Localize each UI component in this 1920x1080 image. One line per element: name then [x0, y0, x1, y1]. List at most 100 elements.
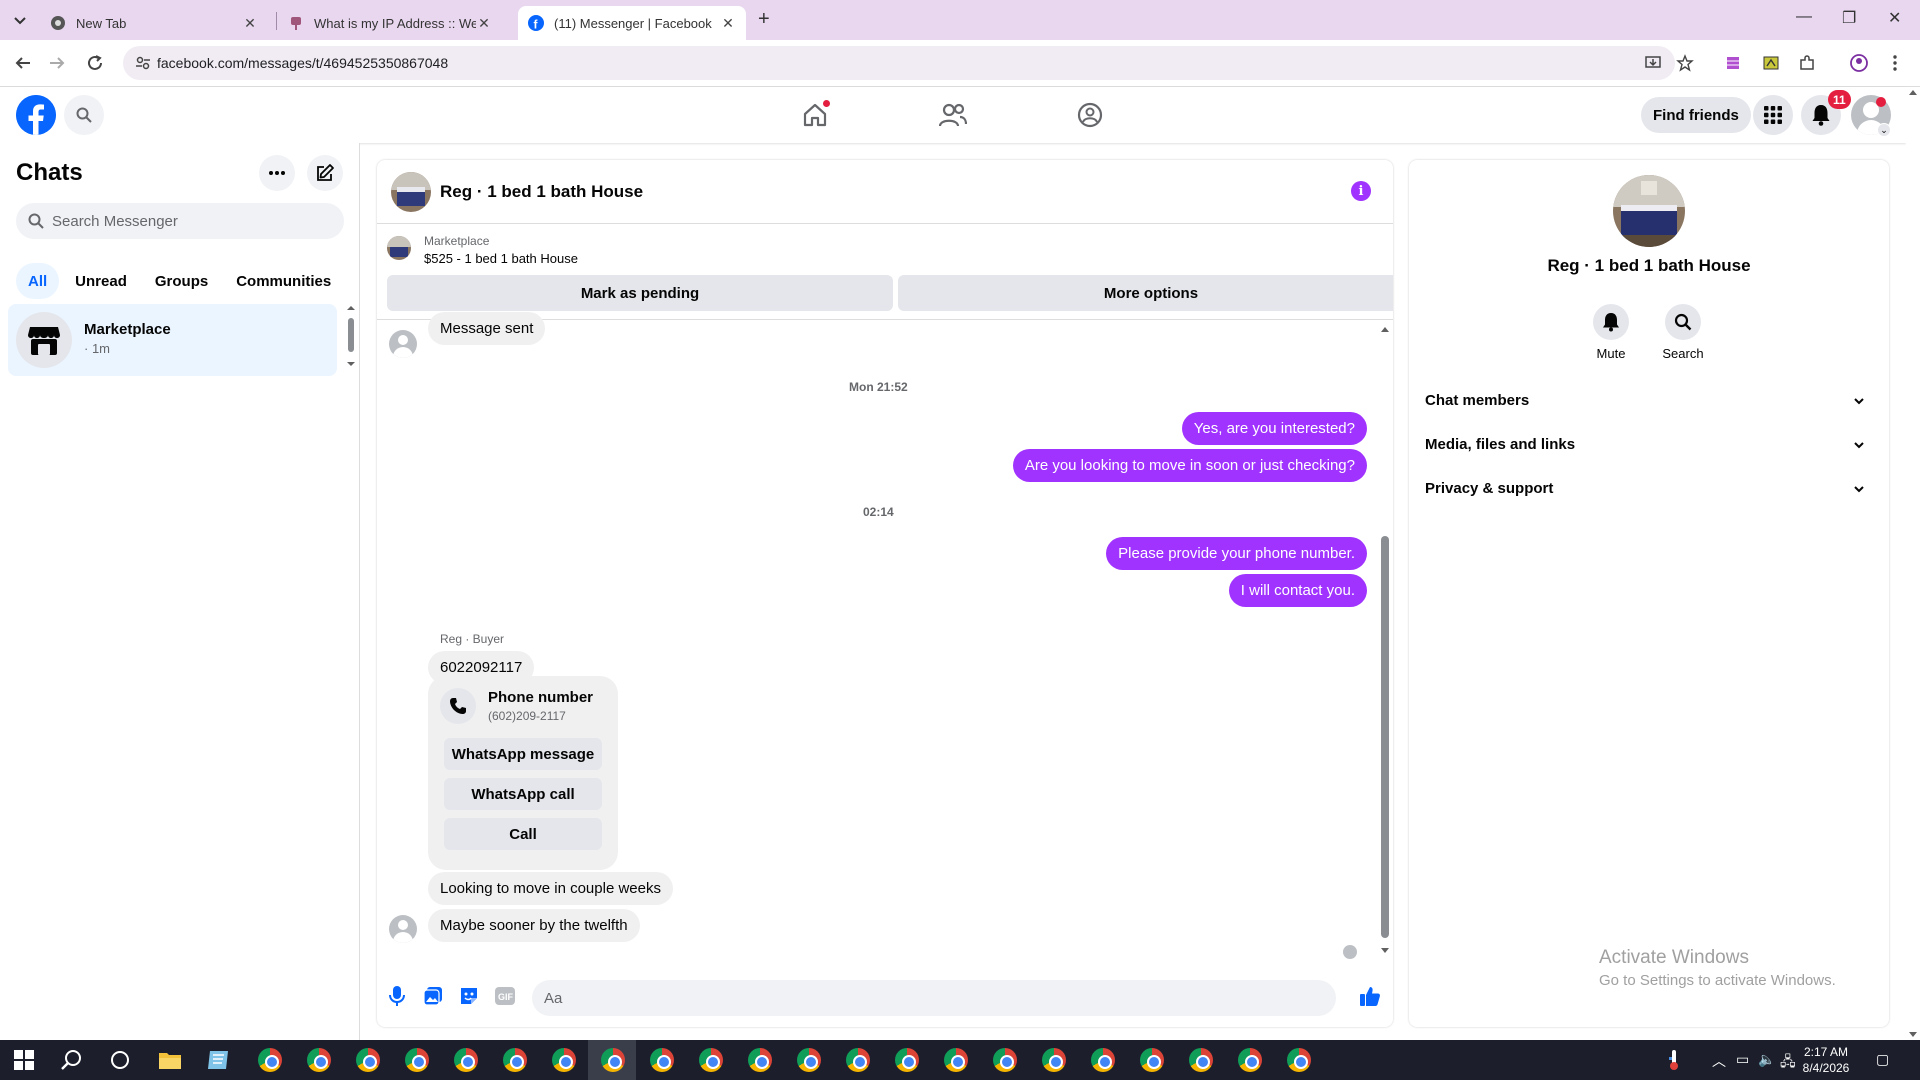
- tab-search-chevron-icon[interactable]: [10, 10, 30, 30]
- gif-icon[interactable]: GIF: [493, 984, 517, 1008]
- chrome-window-taskbar-icon[interactable]: [1040, 1046, 1068, 1074]
- message-input[interactable]: [544, 989, 1284, 1007]
- search-action[interactable]: Search: [1653, 304, 1713, 361]
- media-files-links-section[interactable]: Media, files and links: [1425, 426, 1873, 462]
- browser-tab-new-tab[interactable]: New Tab ✕: [40, 6, 268, 40]
- chrome-window-taskbar-icon[interactable]: [501, 1046, 529, 1074]
- filter-unread[interactable]: Unread: [63, 263, 139, 299]
- chrome-window-taskbar-icon[interactable]: [305, 1046, 333, 1074]
- conversation-scrollbar[interactable]: [1379, 324, 1391, 956]
- page-scrollbar[interactable]: [1906, 87, 1920, 1040]
- chrome-window-taskbar-icon[interactable]: [1187, 1046, 1215, 1074]
- chrome-window-taskbar-icon[interactable]: [1236, 1046, 1264, 1074]
- chrome-window-taskbar-icon[interactable]: [1089, 1046, 1117, 1074]
- window-close-icon[interactable]: ✕: [1888, 8, 1901, 28]
- chrome-window-taskbar-icon[interactable]: [991, 1046, 1019, 1074]
- groups-nav-button[interactable]: [1035, 87, 1145, 143]
- chat-members-section[interactable]: Chat members: [1425, 382, 1873, 418]
- volume-icon[interactable]: 🔈: [1758, 1051, 1775, 1068]
- filter-groups[interactable]: Groups: [143, 263, 220, 299]
- microphone-icon[interactable]: [385, 984, 409, 1008]
- chat-options-button[interactable]: [259, 155, 295, 191]
- chrome-window-taskbar-icon[interactable]: [844, 1046, 872, 1074]
- new-tab-plus-icon[interactable]: +: [758, 8, 770, 31]
- listing-title[interactable]: $525 - 1 bed 1 bath House: [424, 251, 578, 266]
- system-clock[interactable]: 2:17 AM 8/4/2026: [1794, 1044, 1858, 1076]
- chevron-down-icon[interactable]: ⌄: [1877, 123, 1891, 137]
- messenger-search-field[interactable]: [16, 203, 344, 239]
- menu-grid-button[interactable]: [1753, 95, 1793, 135]
- search-icon[interactable]: [1665, 304, 1701, 340]
- scrollbar-thumb[interactable]: [1381, 536, 1389, 938]
- chrome-window-taskbar-icon[interactable]: [697, 1046, 725, 1074]
- chrome-window-taskbar-icon[interactable]: [403, 1046, 431, 1074]
- minimize-icon[interactable]: —: [1796, 8, 1812, 26]
- task-view-icon[interactable]: [106, 1046, 134, 1074]
- conversation-info-icon[interactable]: i: [1351, 181, 1371, 201]
- chat-list-item-marketplace[interactable]: Marketplace · 1m: [8, 304, 337, 376]
- facebook-search-button[interactable]: [64, 95, 104, 135]
- extension-icon[interactable]: [1760, 52, 1782, 74]
- site-settings-icon[interactable]: [135, 55, 151, 71]
- notepad-app-icon[interactable]: [204, 1046, 232, 1074]
- close-tab-icon[interactable]: ✕: [720, 15, 736, 32]
- thumbs-up-icon[interactable]: [1358, 984, 1382, 1008]
- chrome-window-taskbar-icon[interactable]: [893, 1046, 921, 1074]
- listing-thumbnail[interactable]: [387, 236, 411, 260]
- chrome-window-taskbar-icon[interactable]: [599, 1046, 627, 1074]
- puzzle-extensions-icon[interactable]: [1796, 52, 1818, 74]
- forward-arrow-icon[interactable]: [46, 52, 68, 74]
- close-tab-icon[interactable]: ✕: [242, 15, 258, 32]
- chrome-window-taskbar-icon[interactable]: [550, 1046, 578, 1074]
- browser-tab-ip-address[interactable]: What is my IP Address :: WebBr ✕: [278, 6, 502, 40]
- mute-action[interactable]: Mute: [1581, 304, 1641, 361]
- chrome-window-taskbar-icon[interactable]: [648, 1046, 676, 1074]
- chrome-window-taskbar-icon[interactable]: [942, 1046, 970, 1074]
- back-arrow-icon[interactable]: [12, 52, 34, 74]
- chrome-window-taskbar-icon[interactable]: [795, 1046, 823, 1074]
- tray-chevron-up-icon[interactable]: ︿: [1712, 1051, 1726, 1071]
- sender-avatar[interactable]: [389, 915, 417, 943]
- filter-all[interactable]: All: [16, 263, 60, 299]
- bell-icon[interactable]: [1593, 304, 1629, 340]
- friends-nav-button[interactable]: [898, 87, 1008, 143]
- home-nav-button[interactable]: [760, 87, 870, 143]
- url-bar[interactable]: facebook.com/messages/t/4694525350867048: [123, 46, 1675, 80]
- sidebar-scrollbar[interactable]: [346, 304, 356, 368]
- photo-icon[interactable]: [421, 984, 445, 1008]
- profile-icon[interactable]: [1848, 52, 1870, 74]
- messenger-search-input[interactable]: [52, 212, 332, 230]
- install-app-icon[interactable]: [1642, 52, 1664, 74]
- whatsapp-message-button[interactable]: WhatsApp message: [444, 738, 602, 770]
- filter-communities[interactable]: Communities: [224, 263, 343, 299]
- close-tab-icon[interactable]: ✕: [476, 15, 492, 32]
- contact-avatar[interactable]: [1613, 175, 1685, 247]
- find-friends-button[interactable]: Find friends: [1641, 97, 1751, 133]
- conversation-title[interactable]: Reg · 1 bed 1 bath House: [440, 182, 643, 202]
- search-icon[interactable]: [58, 1046, 86, 1074]
- windows-start-icon[interactable]: [10, 1046, 38, 1074]
- chrome-window-taskbar-icon[interactable]: [256, 1046, 284, 1074]
- notification-center-icon[interactable]: ▢: [1876, 1051, 1889, 1068]
- chrome-window-taskbar-icon[interactable]: [746, 1046, 774, 1074]
- chrome-window-taskbar-icon[interactable]: [452, 1046, 480, 1074]
- chrome-window-taskbar-icon[interactable]: [1285, 1046, 1313, 1074]
- browser-tab-messenger[interactable]: f (11) Messenger | Facebook ✕: [518, 6, 746, 40]
- call-button[interactable]: Call: [444, 818, 602, 850]
- message-input-field[interactable]: [532, 980, 1336, 1016]
- new-message-button[interactable]: [307, 155, 343, 191]
- device-icon[interactable]: ▭: [1736, 1051, 1749, 1068]
- chrome-window-taskbar-icon[interactable]: [1138, 1046, 1166, 1074]
- facebook-logo-icon[interactable]: [16, 95, 56, 135]
- whatsapp-call-button[interactable]: WhatsApp call: [444, 778, 602, 810]
- file-explorer-icon[interactable]: [156, 1046, 184, 1074]
- sender-avatar[interactable]: [389, 330, 417, 358]
- chrome-window-taskbar-icon[interactable]: [354, 1046, 382, 1074]
- thermometer-icon[interactable]: [1660, 1046, 1688, 1074]
- conversation-avatar[interactable]: [391, 172, 431, 212]
- bookmark-star-icon[interactable]: [1674, 52, 1696, 74]
- browser-menu-icon[interactable]: [1884, 52, 1906, 74]
- privacy-support-section[interactable]: Privacy & support: [1425, 470, 1873, 506]
- restore-icon[interactable]: ❐: [1842, 8, 1856, 28]
- reload-icon[interactable]: [84, 52, 106, 74]
